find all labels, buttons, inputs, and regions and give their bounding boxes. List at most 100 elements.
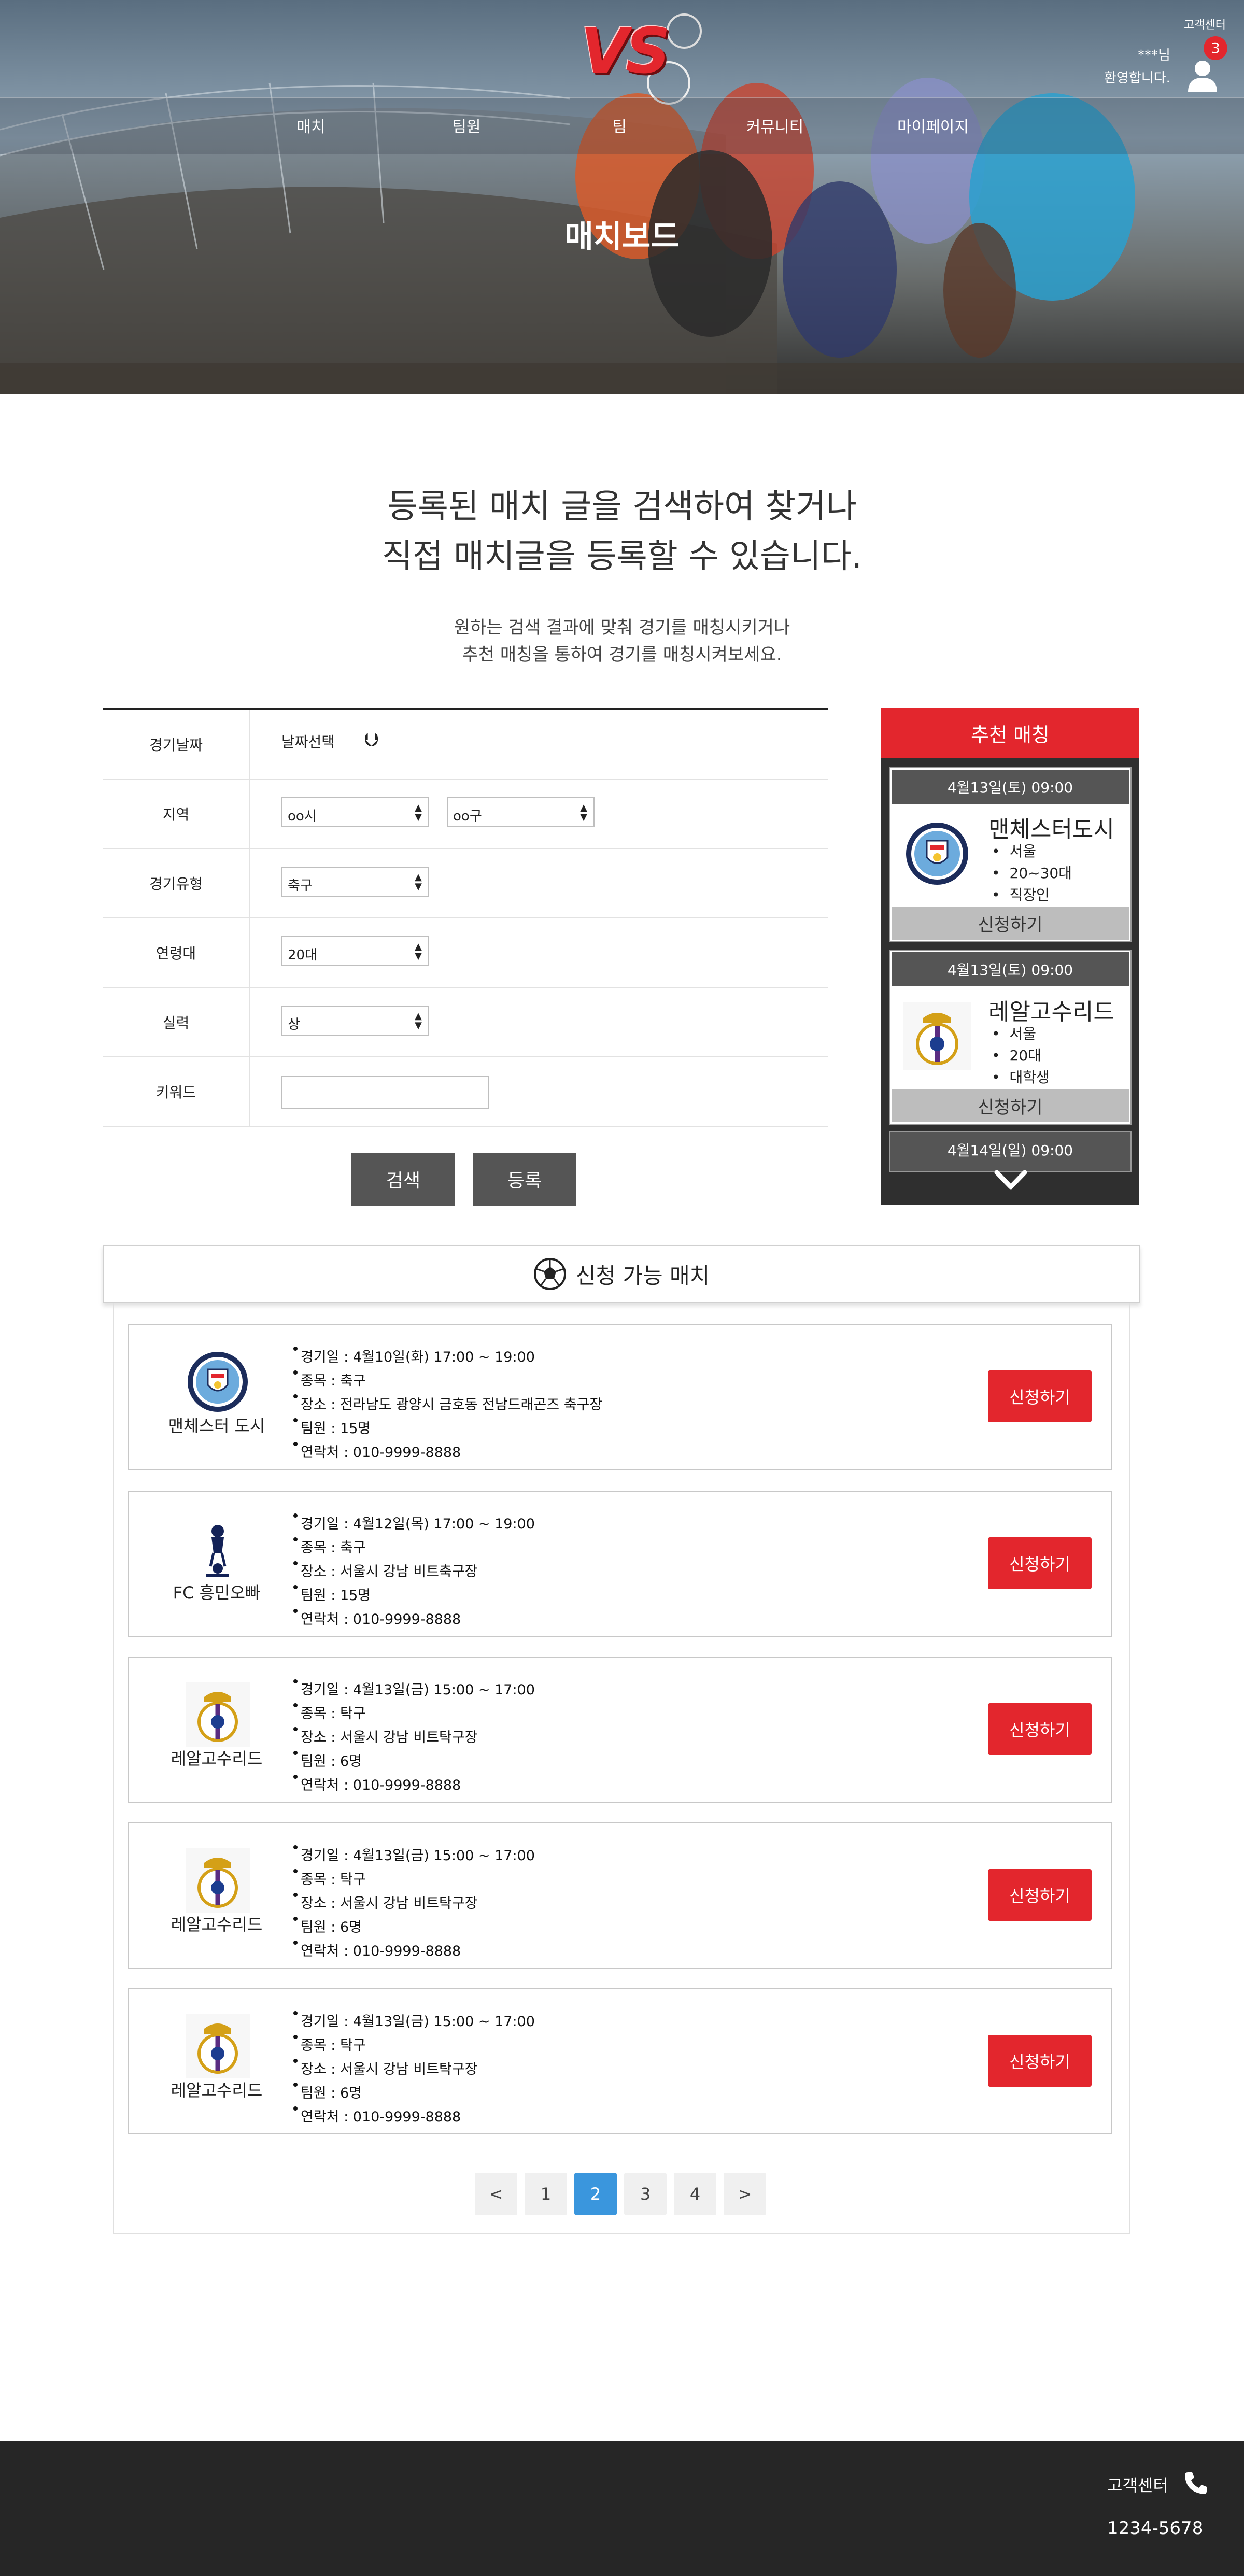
age-label: 연령대 (103, 918, 250, 987)
match-sport: 종목 : 탁구 (293, 1702, 535, 1726)
match-date: 경기일 : 4월13일(금) 15:00 ~ 17:00 (293, 2010, 535, 2034)
match-row: FC 흥민오빠 경기일 : 4월12일(목) 17:00 ~ 19:00 종목 … (128, 1491, 1112, 1637)
recommend-card: 4월13일(토) 09:00 맨체스터도시 서울 20~30대 직장인 신청하기 (889, 767, 1132, 942)
vs-logo[interactable]: VS (581, 16, 670, 88)
match-info: 경기일 : 4월10일(화) 17:00 ~ 19:00 종목 : 축구 장소 … (293, 1346, 602, 1465)
match-place: 장소 : 서울시 강남 비트탁구장 (293, 2058, 535, 2082)
real-madrid-crest-icon (186, 1682, 250, 1747)
intro-heading: 등록된 매치 글을 검색하여 찾거나 직접 매치글을 등록할 수 있습니다. (0, 482, 1244, 582)
apply-button[interactable]: 신청하기 (988, 1537, 1092, 1589)
recommend-card: 4월13일(토) 09:00 레알고수리드 서울 20대 대학생 신청하기 (889, 950, 1132, 1125)
recommend-team-name: 레알고수리드 (988, 999, 1114, 1025)
match-place: 장소 : 서울시 강남 비트축구장 (293, 1560, 535, 1584)
match-members: 팀원 : 6명 (293, 1916, 535, 1940)
intro-heading-line2: 직접 매치글을 등록할 수 있습니다. (381, 537, 863, 576)
chevron-down-icon[interactable] (993, 1165, 1029, 1196)
real-madrid-crest-icon (186, 1848, 250, 1913)
match-info: 경기일 : 4월13일(금) 15:00 ~ 17:00 종목 : 탁구 장소 … (293, 2010, 535, 2129)
recommend-team-name: 맨체스터도시 (988, 816, 1114, 843)
main-nav: 매치 팀원 팀 커뮤니티 마이페이지 (0, 97, 1244, 154)
register-button[interactable]: 등록 (473, 1153, 576, 1206)
skill-select[interactable]: 상 ▲ ▼ (281, 1006, 429, 1036)
match-date: 경기일 : 4월13일(금) 15:00 ~ 17:00 (293, 1844, 535, 1868)
user-greeting: ***님 환영합니다. (1104, 44, 1170, 90)
footer-phone-number[interactable]: 1234-5678 (1107, 2518, 1203, 2539)
pagination-page-1[interactable]: 1 (525, 2173, 567, 2215)
pagination-page-4[interactable]: 4 (674, 2173, 716, 2215)
apply-button[interactable]: 신청하기 (988, 2035, 1092, 2087)
form-row-region: 지역 oo시 ▲ ▼ oo구 ▲ ▼ (103, 780, 828, 849)
apply-button[interactable]: 신청하기 (988, 1703, 1092, 1755)
nav-item-community[interactable]: 커뮤니티 (723, 114, 827, 137)
nav-item-match[interactable]: 매치 (259, 114, 363, 137)
apply-button[interactable]: 신청하기 (988, 1370, 1092, 1422)
pagination-page-2[interactable]: 2 (574, 2173, 617, 2215)
match-contact: 연락처 : 010-9999-8888 (293, 1441, 602, 1465)
form-row-date: 경기날짜 날짜선택 ⮋ (103, 710, 828, 780)
nav-item-member[interactable]: 팀원 (415, 114, 518, 137)
match-place: 장소 : 서울시 강남 비트탁구장 (293, 1726, 535, 1750)
apply-button[interactable]: 신청하기 (988, 1869, 1092, 1921)
recommend-apply-button[interactable]: 신청하기 (892, 907, 1129, 940)
date-picker[interactable]: 날짜선택 (281, 731, 335, 752)
age-select[interactable]: 20대 ▲ ▼ (281, 936, 429, 966)
select-arrows-icon: ▲ ▼ (415, 872, 422, 892)
match-info: 경기일 : 4월12일(목) 17:00 ~ 19:00 종목 : 축구 장소 … (293, 1512, 535, 1632)
keyword-input[interactable] (281, 1076, 489, 1109)
district-select-value: oo구 (453, 809, 482, 824)
match-row: 레알고수리드 경기일 : 4월13일(금) 15:00 ~ 17:00 종목 :… (128, 1988, 1112, 2134)
available-matches-title: 신청 가능 매치 (575, 1263, 710, 1289)
nav-item-team[interactable]: 팀 (568, 114, 671, 137)
match-place: 장소 : 전라남도 광양시 금호동 전남드래곤즈 축구장 (293, 1393, 602, 1417)
form-row-type: 경기유형 축구 ▲ ▼ (103, 849, 828, 918)
type-select-value: 축구 (288, 878, 313, 894)
user-name: ***님 (1137, 48, 1170, 63)
match-contact: 연락처 : 010-9999-8888 (293, 1940, 535, 1963)
double-chevron-down-icon[interactable]: ⮋ (364, 730, 378, 752)
man-city-crest-icon (188, 1352, 248, 1412)
pagination-page-3[interactable]: 3 (624, 2173, 667, 2215)
match-members: 팀원 : 6명 (293, 1750, 535, 1774)
recommend-detail-age: 20대 (988, 1045, 1050, 1067)
recommend-details: 서울 20~30대 직장인 (988, 841, 1072, 906)
recommend-apply-button[interactable]: 신청하기 (892, 1089, 1129, 1122)
match-date: 경기일 : 4월10일(화) 17:00 ~ 19:00 (293, 1346, 602, 1369)
page-title: 매치보드 (564, 219, 680, 255)
match-sport: 종목 : 탁구 (293, 2034, 535, 2058)
match-contact: 연락처 : 010-9999-8888 (293, 1608, 535, 1632)
real-madrid-crest-icon (903, 1002, 971, 1070)
type-select[interactable]: 축구 ▲ ▼ (281, 867, 429, 897)
match-contact: 연락처 : 010-9999-8888 (293, 2105, 535, 2129)
form-row-skill: 실력 상 ▲ ▼ (103, 988, 828, 1057)
pagination-next[interactable]: > (724, 2173, 766, 2215)
skill-label: 실력 (103, 988, 250, 1056)
city-select[interactable]: oo시 ▲ ▼ (281, 797, 429, 827)
district-select[interactable]: oo구 ▲ ▼ (447, 797, 595, 827)
search-button[interactable]: 검색 (351, 1153, 455, 1206)
customer-center-link[interactable]: 고객센터 (1184, 16, 1226, 32)
recommend-date: 4월13일(토) 09:00 (892, 952, 1129, 986)
match-date: 경기일 : 4월12일(목) 17:00 ~ 19:00 (293, 1512, 535, 1536)
keyword-label: 키워드 (103, 1057, 250, 1126)
age-select-value: 20대 (288, 947, 318, 963)
nav-item-mypage[interactable]: 마이페이지 (881, 114, 985, 137)
match-row: 레알고수리드 경기일 : 4월13일(금) 15:00 ~ 17:00 종목 :… (128, 1657, 1112, 1803)
recommend-date: 4월14일(일) 09:00 (947, 1142, 1073, 1159)
match-members: 팀원 : 6명 (293, 2082, 535, 2105)
match-sport: 종목 : 축구 (293, 1369, 602, 1393)
user-profile-icon[interactable] (1187, 57, 1218, 93)
date-label: 경기날짜 (103, 710, 250, 779)
select-arrows-icon: ▲ ▼ (415, 1011, 422, 1031)
region-label: 지역 (103, 780, 250, 848)
intro-description-line1: 원하는 검색 결과에 맞춰 경기를 매칭시키거나 (454, 617, 790, 638)
match-contact: 연락처 : 010-9999-8888 (293, 1774, 535, 1797)
select-arrows-icon: ▲ ▼ (415, 941, 422, 961)
city-select-value: oo시 (288, 809, 317, 824)
intro-heading-line1: 등록된 매치 글을 검색하여 찾거나 (387, 488, 857, 526)
notification-badge[interactable]: 3 (1204, 36, 1227, 60)
match-members: 팀원 : 15명 (293, 1584, 535, 1608)
recommend-detail-age: 20~30대 (988, 862, 1072, 884)
match-members: 팀원 : 15명 (293, 1417, 602, 1441)
pagination-prev[interactable]: < (475, 2173, 517, 2215)
match-sport: 종목 : 축구 (293, 1536, 535, 1560)
